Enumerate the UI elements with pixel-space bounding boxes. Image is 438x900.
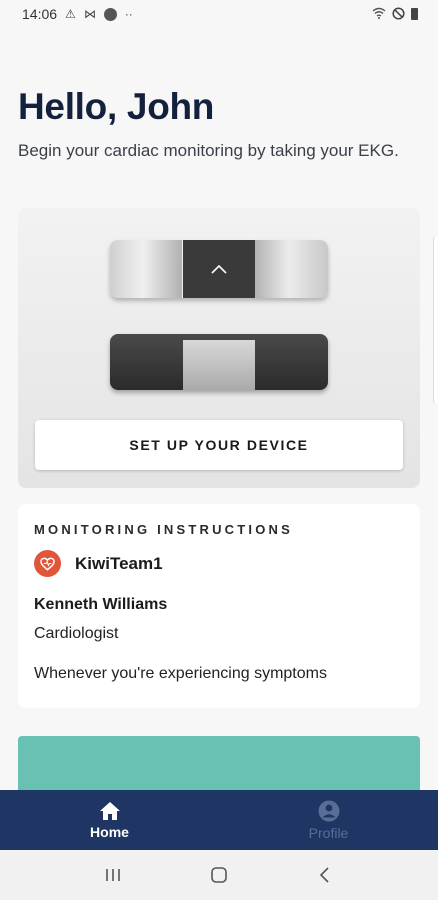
nav-profile[interactable]: Profile — [219, 790, 438, 850]
system-nav-bar — [0, 850, 438, 900]
circle-icon — [103, 7, 117, 21]
gmail-icon: ⋈ — [83, 7, 96, 21]
home-system-button[interactable] — [199, 855, 239, 895]
device-electrode-panel — [183, 340, 255, 390]
nav-profile-label: Profile — [308, 824, 349, 841]
more-dots-icon: ·· — [124, 7, 133, 21]
back-button[interactable] — [305, 855, 345, 895]
set-up-device-button[interactable]: SET UP YOUR DEVICE — [35, 420, 403, 470]
greeting-subtitle: Begin your cardiac monitoring by taking … — [18, 141, 399, 160]
battery-icon — [411, 8, 418, 20]
status-left: 14:06 ⚠ ⋈ ·· — [22, 6, 133, 22]
device-front-image — [110, 240, 328, 298]
recent-apps-button[interactable] — [93, 855, 133, 895]
profile-icon — [318, 800, 339, 821]
status-right — [372, 6, 418, 22]
greeting-title: Hello, John — [18, 86, 215, 127]
monitoring-instructions-card: MONITORING INSTRUCTIONS KiwiTeam1 Kennet… — [18, 504, 420, 708]
team-name: KiwiTeam1 — [75, 553, 163, 573]
device-back-image — [110, 334, 328, 390]
doctor-name: Kenneth Williams — [34, 596, 168, 613]
doctor-role: Cardiologist — [34, 625, 119, 642]
status-time: 14:06 — [22, 6, 58, 22]
nav-home-label: Home — [90, 823, 129, 840]
device-up-arrow-panel — [183, 240, 255, 298]
wifi-off-icon — [372, 7, 386, 21]
home-icon — [99, 801, 120, 820]
back-chevron-icon — [319, 867, 329, 883]
chevron-up-icon — [211, 264, 227, 274]
bottom-nav: Home Profile — [0, 790, 438, 850]
do-not-disturb-icon — [392, 6, 405, 22]
team-row: KiwiTeam1 — [34, 550, 163, 577]
status-bar: 14:06 ⚠ ⋈ ·· — [0, 0, 438, 28]
nav-home[interactable]: Home — [0, 790, 219, 850]
device-setup-card: SET UP YOUR DEVICE — [18, 208, 420, 488]
warning-icon: ⚠ — [65, 7, 76, 21]
instructions-note: Whenever you're experiencing symptoms — [34, 665, 327, 682]
scroll-indicator[interactable] — [433, 236, 438, 404]
instructions-heading: MONITORING INSTRUCTIONS — [34, 522, 293, 537]
heart-icon — [34, 550, 61, 577]
recent-apps-icon — [106, 869, 120, 881]
home-square-icon — [211, 867, 227, 883]
